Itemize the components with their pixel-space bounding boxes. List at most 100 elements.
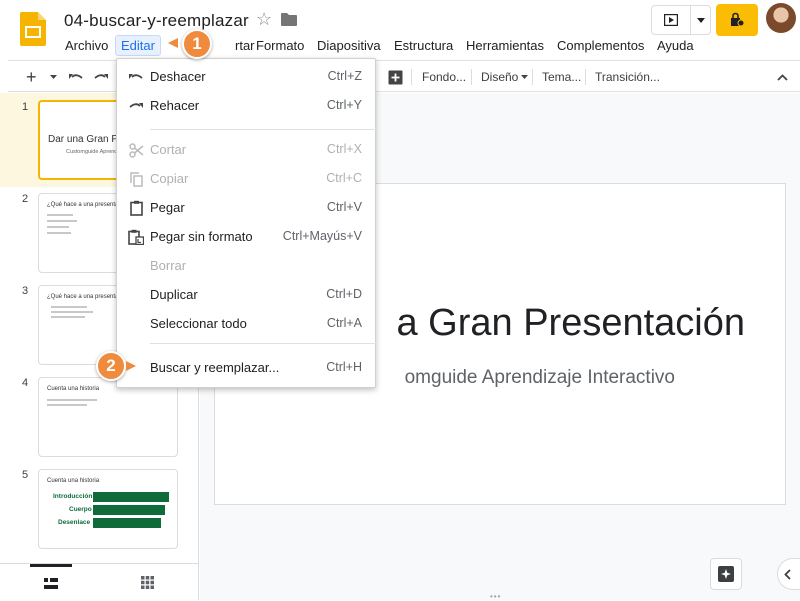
explore-button[interactable] — [710, 558, 742, 590]
menu-ayuda[interactable]: Ayuda — [652, 36, 699, 55]
caret-down-icon — [696, 17, 705, 23]
slide-number: 2 — [22, 193, 29, 205]
menu-item-shortcut: Ctrl+Z — [327, 69, 362, 83]
slides-logo-icon[interactable] — [20, 12, 46, 46]
thumb-title: Cuenta una historia — [47, 386, 100, 392]
menu-item-pegar-sin-formato[interactable]: Pegar sin formato Ctrl+Mayús+V — [117, 224, 375, 250]
present-group — [651, 5, 711, 35]
explore-sparkle-icon — [718, 566, 734, 582]
thumb-text-line — [47, 220, 77, 222]
toolbar-divider — [411, 69, 412, 85]
thumb-text-line — [47, 226, 69, 228]
side-panel-toggle[interactable] — [777, 558, 800, 590]
app-header: 04-buscar-y-reemplazar ☆ Archivo Editar … — [0, 0, 800, 60]
menu-item-duplicar[interactable]: Duplicar Ctrl+D — [117, 282, 375, 308]
menu-item-label: Deshacer — [150, 69, 206, 84]
folder-icon[interactable] — [281, 13, 297, 26]
thumb-label-intro: Introducción — [53, 493, 93, 500]
menu-item-label: Rehacer — [150, 98, 200, 113]
toolbar-divider — [532, 69, 533, 85]
present-dropdown-button[interactable] — [690, 6, 710, 34]
thumb-subtitle: Customguide Aprend — [66, 149, 118, 155]
thumb-text-line — [47, 232, 71, 234]
menu-item-shortcut: Ctrl+A — [326, 316, 362, 330]
user-avatar[interactable] — [766, 3, 796, 33]
thumb-text-line — [51, 306, 87, 308]
new-slide-dropdown-icon[interactable] — [50, 66, 57, 88]
theme-button[interactable]: Tema... — [542, 66, 581, 88]
menu-item-label: Pegar — [150, 200, 185, 215]
transition-button[interactable]: Transición... — [595, 66, 660, 88]
background-button[interactable]: Fondo... — [422, 66, 466, 88]
thumb-label-body: Cuerpo — [69, 506, 92, 513]
toolbar-divider — [471, 69, 472, 85]
thumb-text-line — [51, 311, 93, 313]
menu-item-shortcut: Ctrl+Mayús+V — [282, 229, 362, 243]
layout-label: Diseño — [481, 70, 519, 84]
filmstrip-view-tab[interactable] — [30, 564, 72, 600]
collapse-toolbar-icon[interactable] — [777, 66, 788, 88]
thumb-green-bar — [93, 518, 161, 528]
menu-item-seleccionar-todo[interactable]: Seleccionar todo Ctrl+A — [117, 311, 375, 337]
menu-item-copiar: Copiar Ctrl+C — [117, 166, 375, 192]
menu-item-shortcut: Ctrl+D — [326, 287, 362, 301]
slide-number: 3 — [22, 285, 29, 297]
menu-complementos[interactable]: Complementos — [552, 36, 649, 55]
thumb-green-bar — [93, 505, 165, 515]
thumb-text-line — [51, 316, 85, 318]
thumb-text-line — [47, 399, 97, 401]
thumb-title: ¿Qué hace a una presentació — [47, 202, 127, 208]
layout-button[interactable]: Diseño — [481, 66, 529, 88]
grid-view-icon — [140, 575, 154, 589]
menu-item-shortcut: Ctrl+C — [326, 171, 362, 185]
undo-toolbar-icon[interactable] — [68, 66, 84, 88]
menu-divider — [150, 343, 376, 344]
lock-share-icon — [731, 12, 745, 27]
menu-diapositiva[interactable]: Diapositiva — [312, 36, 386, 55]
menu-item-pegar[interactable]: Pegar Ctrl+V — [117, 195, 375, 221]
present-button[interactable] — [652, 6, 690, 34]
thumb-label-ending: Desenlace — [58, 519, 91, 526]
menu-item-label: Seleccionar todo — [150, 316, 247, 331]
slide-number: 1 — [22, 101, 29, 113]
step-callout-1: 1 — [182, 29, 212, 59]
thumb-text-line — [47, 404, 87, 406]
comment-add-icon[interactable] — [388, 66, 403, 88]
menu-item-deshacer[interactable]: Deshacer Ctrl+Z — [117, 64, 375, 90]
menu-item-shortcut: Ctrl+H — [326, 360, 362, 374]
menu-archivo[interactable]: Archivo — [60, 36, 113, 55]
menu-item-label: Cortar — [150, 142, 187, 157]
menu-estructura[interactable]: Estructura — [389, 36, 458, 55]
share-button[interactable] — [716, 4, 758, 36]
menu-item-label: Duplicar — [150, 287, 198, 302]
step-callout-2: 2 — [96, 351, 126, 381]
menu-item-buscar-y-reemplazar[interactable]: Buscar y reemplazar... Ctrl+H — [117, 355, 375, 381]
menu-item-label: Buscar y reemplazar... — [150, 360, 280, 375]
menu-item-rehacer[interactable]: Rehacer Ctrl+Y — [117, 93, 375, 119]
menu-item-label: Copiar — [150, 171, 189, 186]
menu-item-shortcut: Ctrl+X — [326, 142, 362, 156]
menu-herramientas[interactable]: Herramientas — [461, 36, 549, 55]
edit-menu-dropdown: Deshacer Ctrl+Z Rehacer Ctrl+Y Cortar Ct… — [116, 58, 376, 388]
thumb-text-line — [47, 214, 73, 216]
copy-icon — [127, 170, 145, 188]
menu-editar[interactable]: Editar — [115, 35, 161, 56]
menu-formato[interactable]: Formato — [251, 36, 309, 55]
thumb-green-bar — [93, 492, 169, 502]
list-view-icon — [44, 578, 58, 589]
menu-item-label: Pegar sin formato — [150, 229, 253, 244]
redo-icon — [127, 97, 145, 115]
toolbar-divider — [585, 69, 586, 85]
present-icon — [664, 14, 678, 26]
new-slide-icon[interactable]: + — [26, 66, 37, 88]
scissors-icon — [127, 141, 145, 159]
paste-plain-icon — [127, 228, 145, 246]
menu-divider — [150, 129, 376, 130]
star-icon[interactable]: ☆ — [256, 9, 272, 30]
redo-toolbar-icon[interactable] — [93, 66, 109, 88]
slide-thumbnail-4[interactable]: Cuenta una historia — [38, 377, 178, 457]
document-title[interactable]: 04-buscar-y-reemplazar — [64, 11, 249, 31]
slide-thumbnail-5[interactable]: Cuenta una historia Introducción Cuerpo … — [38, 469, 178, 549]
thumb-title: ¿Qué hace a una presentació — [47, 294, 127, 300]
grid-view-tab[interactable] — [126, 564, 168, 600]
